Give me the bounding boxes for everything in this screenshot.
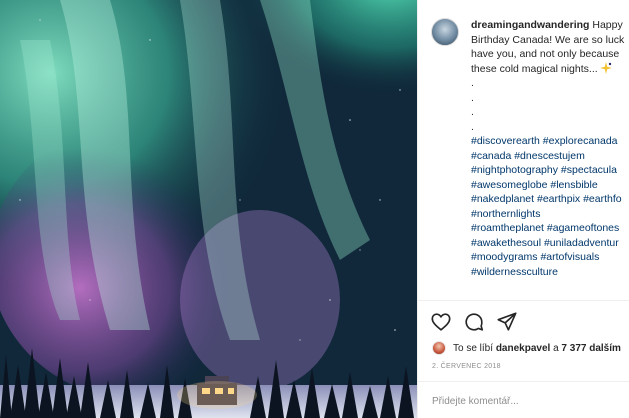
comment-icon[interactable] — [463, 311, 485, 333]
caption-dot: . — [471, 120, 474, 133]
hashtag-line[interactable]: #nightphotography #spectacula — [471, 163, 629, 178]
caption-area: dreamingandwandering Happy Birthday Cana… — [418, 0, 629, 300]
caption-line-3-wrap: these cold magical nights... — [471, 61, 629, 77]
hashtag-line[interactable]: #canada #dnescestujem — [471, 149, 629, 164]
username-link[interactable]: dreamingandwandering — [471, 19, 589, 31]
heart-icon[interactable] — [430, 311, 452, 333]
likes-prefix: To se líbí — [453, 342, 494, 354]
hashtag-line[interactable]: #wildernessculture — [471, 265, 629, 280]
comment-input[interactable]: Přidejte komentář... — [432, 396, 622, 407]
hashtag-line[interactable]: #moodygrams #artofvisuals — [471, 250, 629, 265]
hashtag-line[interactable]: #awesomeglobe #lensbible — [471, 178, 629, 193]
likes-connector: a — [553, 342, 559, 354]
avatar[interactable] — [431, 18, 459, 46]
caption-line-0: Happy — [592, 19, 623, 31]
hashtag-line[interactable]: #roamtheplanet #agameoftones — [471, 221, 629, 236]
action-bar — [430, 311, 518, 333]
sparkles-icon — [599, 61, 612, 74]
post-side-panel: dreamingandwandering Happy Birthday Cana… — [417, 0, 629, 418]
hashtag-line[interactable]: #awakethesoul #uniladadventur — [471, 236, 629, 251]
divider — [418, 381, 629, 382]
caption-line-1: Birthday Canada! We are so luck — [471, 33, 625, 46]
post-date[interactable]: 2. ČERVENEC 2018 — [432, 363, 501, 370]
caption-line-3: these cold magical nights... — [471, 62, 598, 75]
caption-first-line: dreamingandwandering Happy — [471, 18, 629, 33]
liker-username[interactable]: danekpavel — [496, 343, 550, 354]
hashtag-line[interactable]: #nakedplanet #earthpix #earthfo — [471, 192, 629, 207]
share-icon[interactable] — [496, 311, 518, 333]
divider — [418, 300, 629, 301]
likes-summary: To se líbí danekpavel a 7 377 dalším — [432, 340, 621, 356]
aurora-image — [0, 0, 417, 418]
caption-dot: . — [471, 91, 474, 104]
caption-dot: . — [471, 106, 474, 118]
hashtag-line[interactable]: #northernlights — [471, 207, 629, 222]
post-photo[interactable] — [0, 0, 417, 418]
caption-dot: . — [471, 77, 474, 89]
caption: dreamingandwandering Happy Birthday Cana… — [471, 18, 629, 279]
hashtag-line[interactable]: #discoverearth #explorecanada — [471, 134, 629, 149]
likes-others-link[interactable]: 7 377 dalším — [561, 343, 620, 354]
liker-avatar — [432, 341, 446, 355]
caption-line-2: have you, and not only because — [471, 48, 620, 60]
